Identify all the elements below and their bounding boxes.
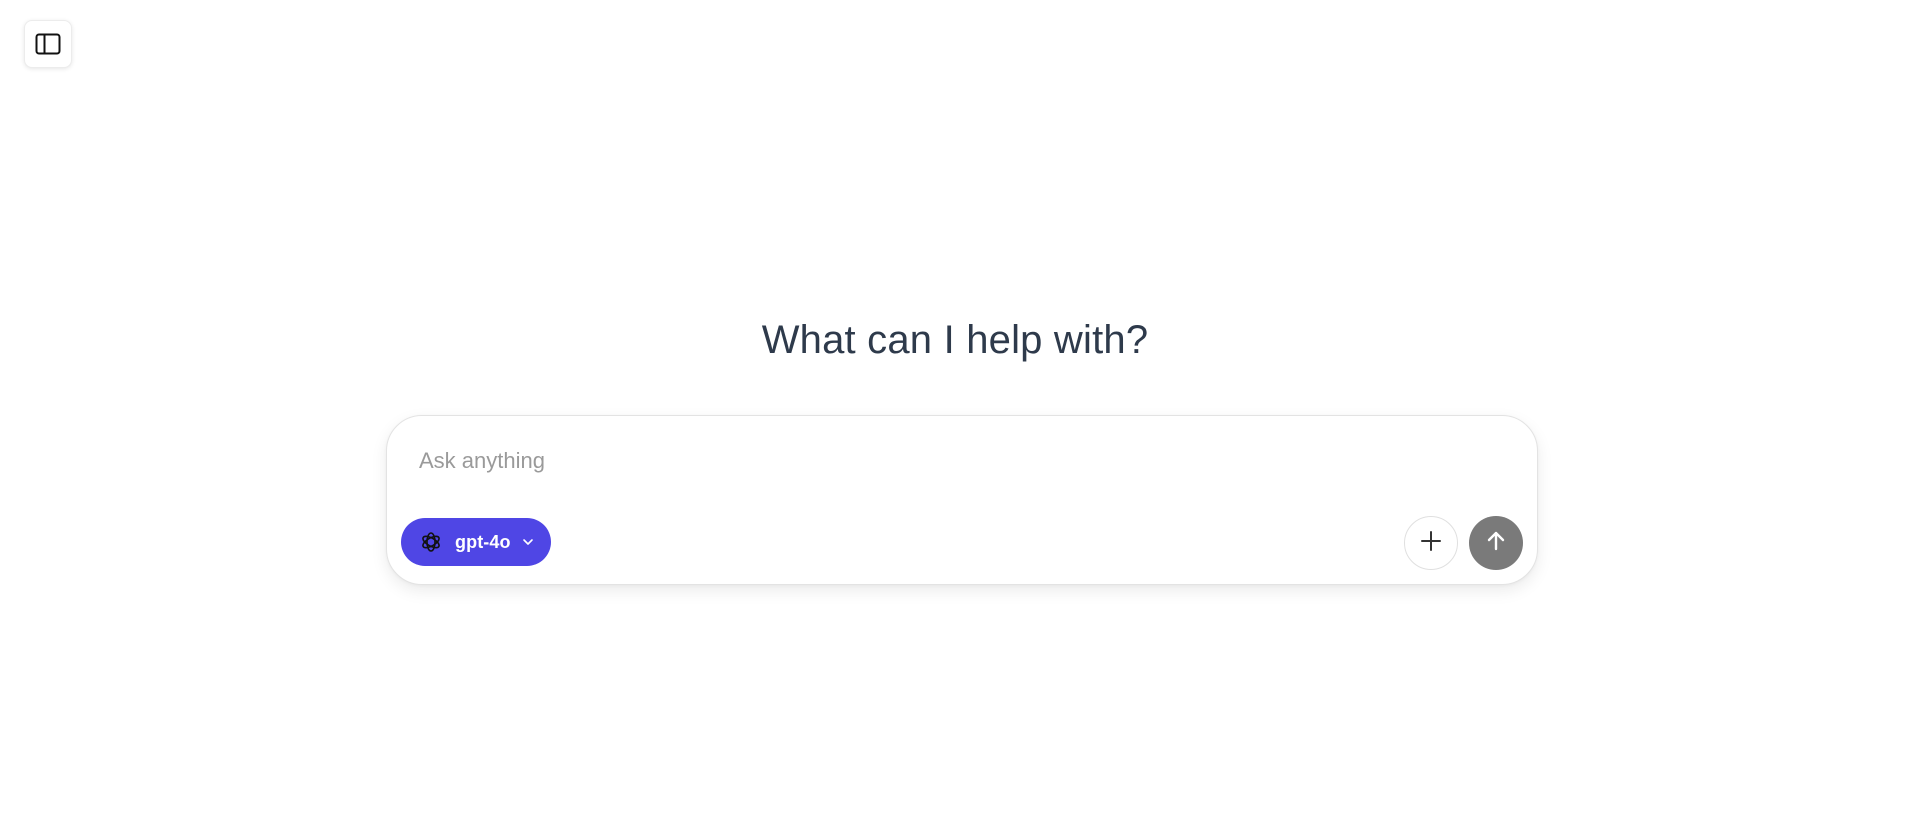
- plus-icon: [1419, 529, 1443, 558]
- chevron-down-icon: [521, 535, 535, 549]
- page-title: What can I help with?: [761, 318, 1149, 362]
- composer: gpt-4o: [386, 415, 1538, 585]
- sidebar-toggle-button[interactable]: [24, 20, 72, 68]
- model-selector-button[interactable]: gpt-4o: [401, 518, 551, 566]
- chat-home-page: What can I help with? gpt-4o: [0, 0, 1920, 838]
- attach-button[interactable]: [1404, 516, 1458, 570]
- model-selector-label: gpt-4o: [455, 531, 511, 552]
- send-button[interactable]: [1469, 516, 1523, 570]
- arrow-up-icon: [1483, 528, 1509, 559]
- openai-logo-icon: [419, 530, 443, 554]
- prompt-input[interactable]: [419, 446, 1499, 476]
- sidebar-toggle-icon: [35, 33, 61, 55]
